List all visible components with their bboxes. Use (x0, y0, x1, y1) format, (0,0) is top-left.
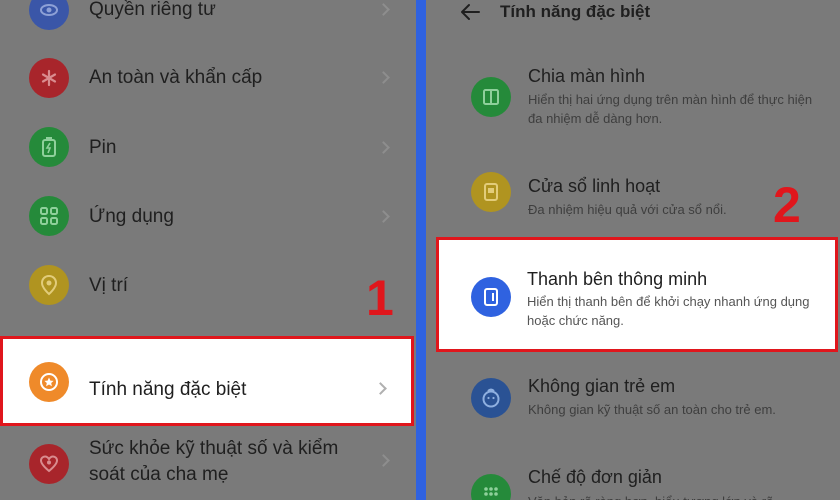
heart-person-icon (29, 444, 69, 484)
special-features-panel: Tính năng đặc biệt Chia màn hình Hiển th… (426, 0, 840, 500)
location-pin-icon (29, 265, 69, 305)
kid-face-icon (471, 378, 511, 418)
settings-item-label: Vị trí (89, 275, 129, 296)
settings-item-apps[interactable]: Ứng dụng (0, 186, 416, 246)
split-screen-icon (471, 77, 511, 117)
feature-title: Chế độ đơn giản (528, 467, 662, 487)
settings-item-battery[interactable]: Pin (0, 117, 416, 177)
settings-item-label: Sức khỏe kỹ thuật số và kiểm soát của ch… (89, 438, 339, 485)
asterisk-icon (29, 58, 69, 98)
apps-grid-icon (29, 196, 69, 236)
feature-description: Không gian kỹ thuật số an toàn cho trẻ e… (528, 402, 776, 417)
floating-window-icon (471, 172, 511, 212)
feature-floating-window[interactable]: Cửa sổ linh hoạt Đa nhiệm hiệu quả với c… (457, 160, 817, 230)
feature-title: Cửa sổ linh hoạt (528, 176, 661, 196)
star-circle-icon (29, 362, 69, 402)
feature-kids-space[interactable]: Không gian trẻ em Không gian kỹ thuật số… (457, 370, 817, 430)
page-title: Tính năng đặc biệt (500, 2, 651, 21)
feature-title: Không gian trẻ em (528, 376, 676, 396)
feature-split-screen[interactable]: Chia màn hình Hiển thị hai ứng dụng trên… (457, 55, 817, 140)
step-number-1: 1 (366, 270, 394, 326)
settings-item-label: An toàn và khẩn cấp (89, 67, 263, 88)
chevron-right-icon (377, 210, 390, 223)
feature-title: Chia màn hình (528, 66, 646, 86)
chevron-right-icon (377, 71, 390, 84)
step-number-2: 2 (773, 177, 801, 233)
sidebar-icon (471, 277, 511, 317)
settings-item-label: Ứng dụng (89, 206, 174, 227)
settings-item-label: Tính năng đặc biệt (89, 379, 247, 400)
chevron-right-icon (377, 141, 390, 154)
settings-item-label: Pin (89, 137, 117, 158)
chevron-right-icon (377, 454, 390, 467)
feature-description: Văn bản rõ ràng hơn, biểu tượng lớn và r… (528, 492, 823, 500)
chevron-right-icon (377, 3, 390, 16)
settings-item-location[interactable]: Vị trí (0, 255, 416, 315)
eye-shield-icon (29, 0, 69, 30)
settings-item-label: Quyền riêng tư (89, 0, 216, 20)
battery-icon (29, 127, 69, 167)
chevron-right-icon (374, 382, 387, 395)
feature-title: Thanh bên thông minh (527, 269, 708, 289)
simple-grid-icon (471, 474, 511, 500)
feature-simple-mode[interactable]: Chế độ đơn giản Văn bản rõ ràng hơn, biể… (457, 448, 817, 500)
feature-description: Hiển thị thanh bên để khởi chạy nhanh ứn… (527, 294, 810, 328)
settings-list-panel: Quyền riêng tư An toàn và khẩn cấp Pin Ứ… (0, 0, 416, 500)
highlight-smart-sidebar[interactable]: Thanh bên thông minh Hiển thị thanh bên … (436, 237, 838, 352)
back-arrow-icon[interactable] (459, 2, 481, 22)
settings-item-digital-wellbeing[interactable]: Sức khỏe kỹ thuật số và kiểm soát của ch… (0, 432, 416, 500)
settings-item-privacy[interactable]: Quyền riêng tư (0, 0, 416, 40)
highlight-special-features[interactable]: Tính năng đặc biệt (0, 336, 414, 426)
settings-item-safety[interactable]: An toàn và khẩn cấp (0, 48, 416, 108)
feature-description: Hiển thị hai ứng dụng trên màn hình để t… (528, 92, 813, 126)
